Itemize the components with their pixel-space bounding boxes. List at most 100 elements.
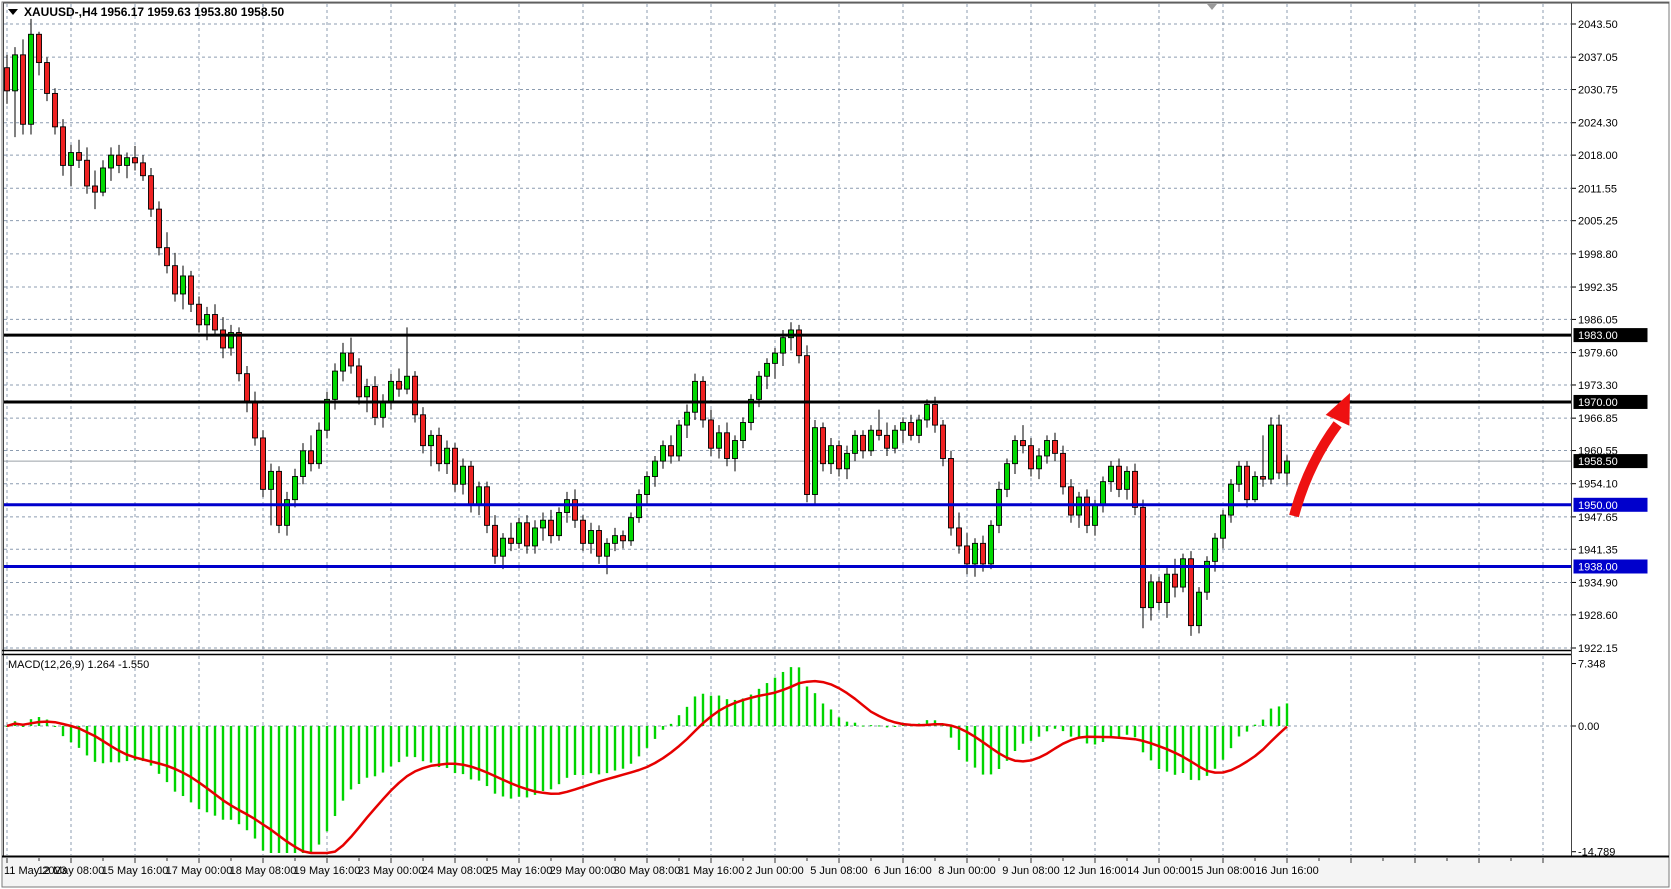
- macd-histogram-bar: [294, 726, 296, 853]
- macd-histogram-bar: [638, 726, 640, 756]
- macd-histogram-bar: [782, 672, 784, 726]
- candle: [1197, 587, 1202, 633]
- price-tick-label: 1922.15: [1578, 643, 1618, 655]
- time-axis-label: 15 Jun 08:00: [1191, 865, 1255, 877]
- symbol-menu-button[interactable]: [8, 9, 18, 15]
- trend-arrow-head[interactable]: [1326, 393, 1350, 426]
- macd-histogram-bar: [1182, 726, 1184, 773]
- candle: [1165, 566, 1170, 617]
- candle: [493, 515, 498, 564]
- candle: [477, 482, 482, 515]
- macd-histogram-bar: [158, 726, 160, 774]
- candle: [141, 155, 146, 181]
- macd-histogram-bar: [462, 726, 464, 774]
- macd-histogram-bar: [950, 726, 952, 738]
- candle: [125, 153, 130, 179]
- macd-histogram-bar: [686, 707, 688, 726]
- candle: [1237, 461, 1242, 492]
- macd-histogram-bar: [558, 726, 560, 784]
- time-axis-label: 19 May 16:00: [294, 865, 361, 877]
- candle: [157, 201, 162, 255]
- macd-histogram-bar: [894, 726, 896, 727]
- macd-histogram-bar: [382, 726, 384, 773]
- macd-histogram-bar: [790, 667, 792, 726]
- candles-layer: [5, 19, 1290, 636]
- time-axis-label: 23 May 00:00: [358, 865, 425, 877]
- candle: [1101, 477, 1106, 513]
- macd-histogram-bar: [1190, 726, 1192, 780]
- candle: [1077, 492, 1082, 528]
- macd-histogram-bar: [1086, 726, 1088, 743]
- macd-histogram-bar: [654, 726, 656, 739]
- price-tick-label: 1992.35: [1578, 282, 1618, 294]
- candle: [437, 428, 442, 472]
- macd-histogram-bar: [326, 726, 328, 831]
- candle: [5, 55, 10, 104]
- candle: [405, 327, 410, 394]
- candle: [965, 533, 970, 574]
- macd-histogram-bar: [166, 726, 168, 782]
- price-tick-label: 1998.80: [1578, 249, 1618, 261]
- macd-histogram-bar: [646, 726, 648, 748]
- candle: [989, 520, 994, 569]
- time-axis-label: 14 Jun 00:00: [1127, 865, 1191, 877]
- macd-histogram-bar: [454, 726, 456, 773]
- time-axis-label: 6 Jun 16:00: [874, 865, 932, 877]
- trend-arrow-shaft[interactable]: [1294, 424, 1338, 516]
- macd-histogram-bar: [62, 726, 64, 736]
- macd-histogram-bar: [366, 726, 368, 778]
- candle: [917, 415, 922, 443]
- macd-histogram-bar: [1070, 726, 1072, 737]
- candle: [733, 435, 738, 471]
- candle: [285, 492, 290, 536]
- macd-histogram-bar: [742, 698, 744, 726]
- macd-histogram-bar: [726, 699, 728, 726]
- macd-histogram-bar: [846, 722, 848, 726]
- candle: [717, 425, 722, 458]
- macd-histogram-bar: [870, 725, 872, 726]
- macd-histogram-bar: [182, 726, 184, 796]
- macd-histogram-bar: [414, 726, 416, 757]
- macd-histogram-bar: [1278, 706, 1280, 726]
- time-axis-label: 9 Jun 08:00: [1002, 865, 1060, 877]
- candle: [29, 19, 34, 135]
- candle: [77, 140, 82, 168]
- candle: [61, 119, 66, 176]
- time-axis-label: 30 May 08:00: [614, 865, 681, 877]
- macd-histogram-bar: [622, 726, 624, 769]
- candle: [1173, 559, 1178, 598]
- time-axis-label: 17 May 00:00: [166, 865, 233, 877]
- candle: [653, 456, 658, 487]
- macd-histogram-bar: [606, 726, 608, 773]
- candle: [1037, 448, 1042, 479]
- price-tick-label: 1986.05: [1578, 314, 1618, 326]
- macd-histogram-bar: [1014, 726, 1016, 751]
- chart-shift-marker[interactable]: [1207, 4, 1217, 10]
- candle: [389, 374, 394, 410]
- price-tick-label: 2005.25: [1578, 216, 1618, 228]
- macd-histogram-bar: [1118, 726, 1120, 738]
- macd-histogram-bar: [1238, 726, 1240, 736]
- price-tick-label: 2030.75: [1578, 85, 1618, 97]
- macd-histogram-bar: [254, 726, 256, 839]
- candle: [253, 392, 258, 446]
- price-level-badge-label: 1950.00: [1578, 500, 1618, 512]
- macd-histogram-bar: [86, 726, 88, 755]
- macd-histogram-bar: [398, 726, 400, 762]
- time-axis-label: 12 Jun 16:00: [1063, 865, 1127, 877]
- macd-tick-label: 7.348: [1578, 659, 1606, 671]
- macd-histogram-bar: [854, 723, 856, 726]
- macd-histogram-bar: [1286, 703, 1288, 726]
- macd-histogram-bar: [574, 726, 576, 775]
- macd-histogram-bar: [214, 726, 216, 816]
- macd-histogram-bar: [270, 726, 272, 853]
- macd-histogram-bar: [190, 726, 192, 802]
- macd-histogram-bar: [1006, 726, 1008, 761]
- price-tick-label: 1966.85: [1578, 413, 1618, 425]
- macd-histogram-bar: [678, 715, 680, 726]
- macd-histogram-bar: [446, 726, 448, 768]
- candle: [941, 420, 946, 466]
- candle: [621, 531, 626, 549]
- macd-histogram-bar: [222, 726, 224, 820]
- price-level-badge-label: 1970.00: [1578, 397, 1618, 409]
